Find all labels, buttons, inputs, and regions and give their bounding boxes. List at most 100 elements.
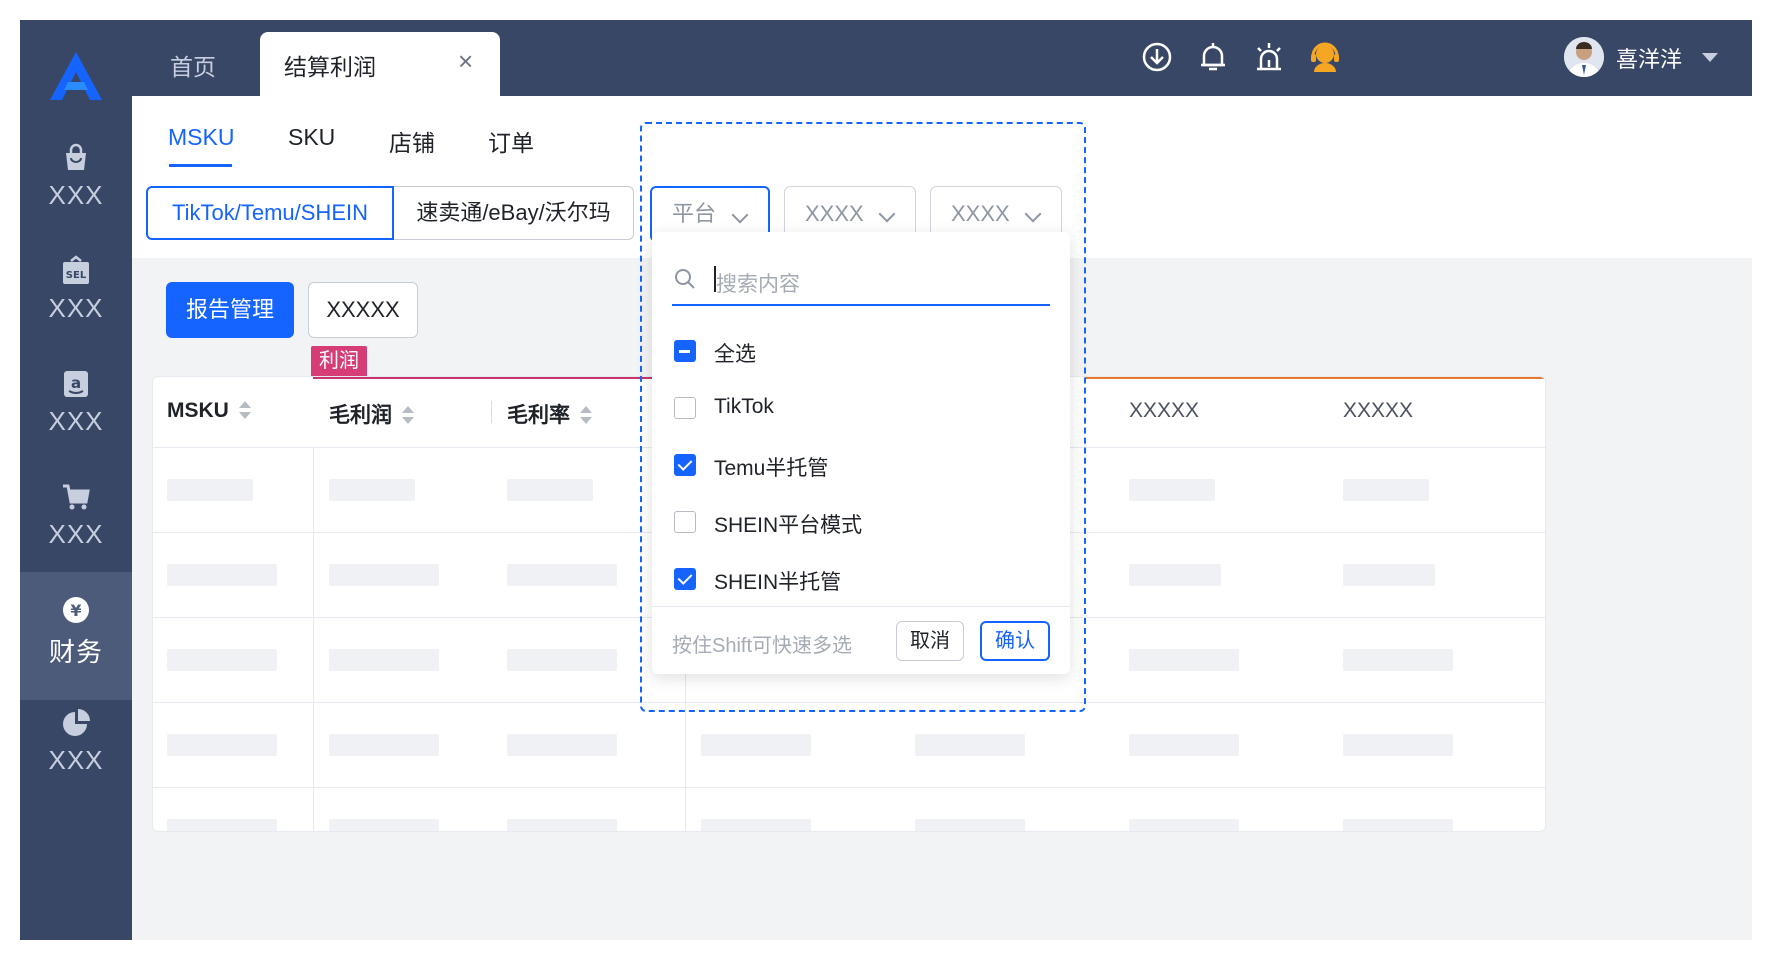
skeleton-cell [167,819,277,831]
search-input[interactable]: 搜索内容 [672,262,1050,306]
option-label: SHEIN半托管 [714,571,842,594]
skeleton-cell [329,649,439,671]
segment-tiktok-temu-shein[interactable]: TikTok/Temu/SHEIN [146,186,394,240]
skeleton-cell [1129,564,1221,586]
subtab-order[interactable]: 订单 [488,124,534,158]
top-bar: 首页 结算利润 × 喜洋洋 [132,20,1752,96]
skeleton-cell [1129,479,1215,501]
avatar-image [1564,37,1604,77]
option-label: 全选 [714,343,756,366]
sidebar-item-label: XXX [48,180,104,210]
confirm-button[interactable]: 确认 [980,621,1050,661]
svg-text:a: a [71,374,81,392]
skeleton-cell [167,564,277,586]
cart-icon [63,484,90,510]
download-icon[interactable] [1140,40,1174,74]
checkbox-checked[interactable] [674,454,696,476]
bell-icon[interactable] [1196,40,1230,74]
sidebar-item-4[interactable]: XXX [20,459,132,587]
app-logo[interactable] [46,50,106,102]
sidebar-item-label: XXX [48,293,104,323]
svg-text:SEL: SEL [66,270,87,281]
active-tab-indicator [169,164,232,167]
user-name[interactable]: 喜洋洋 [1616,42,1682,74]
sidebar-item-6[interactable]: XXX [20,685,132,813]
skeleton-cell [1343,564,1435,586]
option-label: SHEIN平台模式 [714,514,863,537]
column-title: 毛利润 [329,404,392,427]
checkbox-checked[interactable] [674,568,696,590]
skeleton-cell [507,819,617,831]
skeleton-cell [1343,479,1429,501]
skeleton-cell [507,734,617,756]
sidebar-item-2[interactable]: SEL XXX [20,233,132,361]
sidebar-item-label: XXX [48,745,104,775]
app-frame: XXX SEL XXX a XXX XXX ¥ 财务 XXX 首页 结算利润 ×… [20,20,1752,940]
column-header-4[interactable]: XXXXX [1129,399,1199,423]
search-icon [675,269,695,289]
column-header-gross-margin[interactable]: 毛利率 [507,399,592,429]
option-label: Temu半托管 [714,457,829,480]
skeleton-cell [167,649,277,671]
subtab-sku[interactable]: SKU [288,124,335,151]
yen-icon: ¥ [63,597,89,623]
column-header-gross-profit[interactable]: 毛利润 [329,399,414,429]
tab-settlement-profit[interactable]: 结算利润 × [260,32,500,96]
skeleton-cell [1129,734,1239,756]
skeleton-cell [167,479,253,501]
skeleton-cell [329,479,415,501]
sidebar-item-1[interactable]: XXX [20,120,132,248]
skeleton-cell [701,734,811,756]
skeleton-cell [1343,649,1453,671]
dropdown-footer: 按住Shift可快速多选 取消 确认 [652,606,1070,675]
skeleton-cell [329,819,439,831]
tab-home[interactable]: 首页 [170,48,216,82]
chevron-down-icon[interactable] [1702,53,1718,62]
profit-group-tag: 利润 [311,346,367,376]
search-placeholder: 搜索内容 [716,273,800,296]
skeleton-cell [507,564,617,586]
table-row [153,787,1545,831]
table-row [153,702,1545,788]
skeleton-cell [329,564,439,586]
subtab-store[interactable]: 店铺 [389,124,435,158]
support-agent-icon[interactable] [1308,40,1342,74]
skeleton-cell [507,479,593,501]
report-management-button[interactable]: 报告管理 [166,282,294,338]
column-header-msku[interactable]: MSKU [167,399,251,423]
sort-icon[interactable] [580,406,592,426]
skeleton-cell [1343,734,1453,756]
sort-icon[interactable] [402,406,414,426]
checkbox[interactable] [674,397,696,419]
subtab-msku[interactable]: MSKU [168,124,234,151]
avatar[interactable] [1564,37,1604,77]
skeleton-cell [167,734,277,756]
close-icon[interactable]: × [458,46,473,77]
shift-hint: 按住Shift可快速多选 [672,635,853,657]
checkbox[interactable] [674,511,696,533]
skeleton-cell [1129,649,1239,671]
sidebar-item-label: XXX [48,519,104,549]
skeleton-cell [915,734,1025,756]
skeleton-cell [701,819,811,831]
column-title: 毛利率 [507,404,570,427]
sidebar: XXX SEL XXX a XXX XXX ¥ 财务 XXX [20,20,132,940]
checkbox-indeterminate[interactable] [674,340,696,362]
secondary-button[interactable]: XXXXX [308,282,418,338]
skeleton-cell [507,649,617,671]
cancel-button[interactable]: 取消 [896,621,964,661]
alarm-icon[interactable] [1252,40,1286,74]
svg-text:¥: ¥ [70,601,81,620]
segment-aliexpress-ebay-walmart[interactable]: 速卖通/eBay/沃尔玛 [394,186,634,240]
sidebar-item-label: XXX [48,406,104,436]
skeleton-cell [329,734,439,756]
sidebar-item-3[interactable]: a XXX [20,346,132,474]
skeleton-cell [1129,819,1239,831]
platform-dropdown: 搜索内容 全选 TikTok Temu半托管 SHEIN平台模式 SHEIN半托… [652,232,1070,674]
sort-icon[interactable] [238,401,251,421]
column-header-5[interactable]: XXXXX [1343,399,1413,423]
amazon-icon: a [64,371,88,397]
column-title: MSKU [167,399,229,422]
sidebar-item-finance[interactable]: ¥ 财务 [20,572,132,700]
tab-label: 结算利润 [284,54,376,80]
